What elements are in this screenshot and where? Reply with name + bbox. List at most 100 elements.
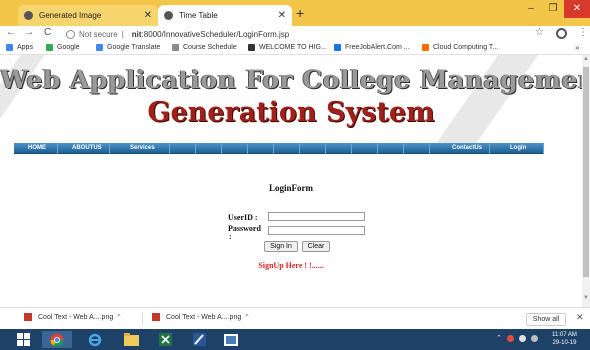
bookmark-label: WELCOME TO HIG... [259, 44, 327, 51]
bookmark-google-translate[interactable]: Google Translate [96, 44, 160, 51]
tab-time-table[interactable]: Time Table ✕ [158, 5, 292, 26]
nav-aboutus-link[interactable]: ABOUTUS [72, 143, 102, 154]
taskbar-clock[interactable]: 11:07 AM 29-10-19 [552, 331, 577, 347]
download-item[interactable]: Cool Text - Web A....png ^ [152, 313, 249, 321]
tab-generated-image[interactable]: Generated Image ✕ [18, 5, 158, 26]
site-title: Web Application For College Management a… [0, 65, 582, 94]
site-banner: Web Application For College Management a… [0, 55, 582, 145]
page-scrollbar[interactable]: ▲ ▼ [582, 55, 590, 307]
forward-icon[interactable]: → [24, 27, 34, 38]
nav-services-link[interactable]: Services [130, 143, 155, 154]
login-form-title: LoginForm [269, 183, 313, 193]
nav-cell [352, 143, 378, 154]
download-item[interactable]: Cool Text - Web A....png ^ [24, 313, 121, 321]
scroll-down-icon[interactable]: ▼ [583, 295, 589, 301]
bookmarks-more-icon[interactable]: » [575, 43, 579, 52]
taskbar-paint[interactable] [184, 331, 214, 348]
tab-close-icon[interactable]: ✕ [278, 10, 286, 21]
password-label-colon: : [229, 232, 232, 241]
tray-expand-icon[interactable]: ⌃ [496, 334, 502, 342]
clock-time: 11:07 AM [552, 332, 577, 338]
nav-cell [274, 143, 300, 154]
nav-contactus-link[interactable]: ContactUs [452, 143, 482, 154]
paint-icon [192, 333, 206, 346]
bookmark-label: Apps [17, 44, 33, 51]
back-icon[interactable]: ← [6, 27, 16, 38]
window-close-icon[interactable]: ✕ [564, 0, 590, 18]
nav-cell [196, 143, 222, 154]
tab-favicon-icon [164, 11, 173, 20]
download-divider [142, 312, 143, 326]
tab-label: Time Table [179, 11, 218, 20]
bookmark-label: Google Translate [107, 44, 161, 51]
nav-login-link[interactable]: Login [510, 143, 526, 154]
sign-in-button[interactable]: Sign In [264, 241, 298, 252]
url-text: nit:8000/InnovativeScheduler/LoginForm.j… [132, 30, 289, 39]
bookmark-star-icon[interactable]: ☆ [535, 27, 544, 38]
translate-icon [96, 44, 103, 51]
userid-input[interactable] [268, 212, 365, 221]
address-bar: ← → C Not secure | nit:8000/InnovativeSc… [0, 26, 590, 42]
windows-logo-icon [16, 333, 30, 346]
globe-icon [248, 44, 255, 51]
new-tab-icon[interactable]: + [296, 5, 304, 21]
folder-icon [123, 333, 139, 346]
bookmarks-bar: Apps Google Google Translate Course Sche… [0, 42, 590, 55]
course-icon [172, 44, 179, 51]
clear-button[interactable]: Clear [302, 241, 330, 252]
taskbar-internet-explorer[interactable] [80, 331, 110, 348]
bookmark-label: FreeJobAlert.Com ... [345, 44, 410, 51]
info-icon[interactable] [66, 29, 75, 39]
userid-label: UserID : [228, 213, 258, 222]
speaker-icon[interactable] [518, 334, 526, 342]
account-icon[interactable] [556, 28, 567, 39]
close-shelf-icon[interactable]: ✕ [576, 312, 584, 323]
google-icon [46, 44, 53, 51]
reload-icon[interactable]: C [44, 27, 51, 38]
apps-grid-icon [6, 44, 13, 51]
network-icon[interactable] [530, 334, 538, 342]
start-button[interactable] [8, 331, 38, 348]
tray-app-icon[interactable] [506, 334, 514, 342]
download-label: Cool Text - Web A....png [166, 313, 242, 321]
system-tray: ⌃ [496, 334, 538, 342]
bookmark-freejobalert[interactable]: FreeJobAlert.Com ... [334, 44, 410, 51]
taskbar-excel[interactable] [150, 331, 180, 348]
nav-cell [378, 143, 404, 154]
bookmark-course-schedule[interactable]: Course Schedule [172, 44, 237, 51]
presentation-icon [224, 333, 238, 346]
chrome-icon [50, 333, 64, 346]
nav-cell [222, 143, 248, 154]
chevron-up-icon[interactable]: ^ [117, 314, 120, 321]
password-input[interactable] [268, 226, 365, 235]
png-file-icon [152, 313, 160, 321]
site-subtitle: Generation System [147, 97, 435, 128]
show-all-button[interactable]: Show all [526, 313, 566, 326]
download-shelf: Cool Text - Web A....png ^ Cool Text - W… [0, 307, 590, 329]
signup-link[interactable]: SignUp Here ! !...... [0, 261, 582, 270]
nav-home-link[interactable]: HOME [28, 143, 46, 154]
tab-favicon-icon [24, 11, 33, 20]
nav-cell [326, 143, 352, 154]
chevron-up-icon[interactable]: ^ [245, 314, 248, 321]
taskbar-chrome[interactable] [42, 331, 72, 348]
tab-close-icon[interactable]: ✕ [144, 10, 152, 21]
browser-menu-icon[interactable]: ⋮ [578, 27, 588, 38]
screen: Generated Image ✕ Time Table ✕ + – ❐ ✕ ←… [0, 0, 590, 350]
bookmark-welcome[interactable]: WELCOME TO HIG... [248, 44, 327, 51]
scrollbar-thumb[interactable] [583, 67, 589, 277]
maximize-icon[interactable]: ❐ [542, 0, 564, 18]
bookmark-apps[interactable]: Apps [6, 44, 33, 51]
minimize-icon[interactable]: – [520, 0, 542, 18]
scroll-up-icon[interactable]: ▲ [583, 56, 589, 62]
bookmark-google[interactable]: Google [46, 44, 80, 51]
security-label: Not secure [79, 29, 118, 39]
nav-cell [248, 143, 274, 154]
nav-cell [404, 143, 430, 154]
taskbar-presentation[interactable] [216, 331, 246, 348]
taskbar-file-explorer[interactable] [116, 331, 146, 348]
page-viewport: Web Application For College Management a… [0, 55, 582, 307]
bookmark-cloud-computing[interactable]: Cloud Computing T... [422, 44, 498, 51]
url-input[interactable]: Not secure | nit:8000/InnovativeSchedule… [66, 27, 546, 41]
nav-cell [170, 143, 196, 154]
